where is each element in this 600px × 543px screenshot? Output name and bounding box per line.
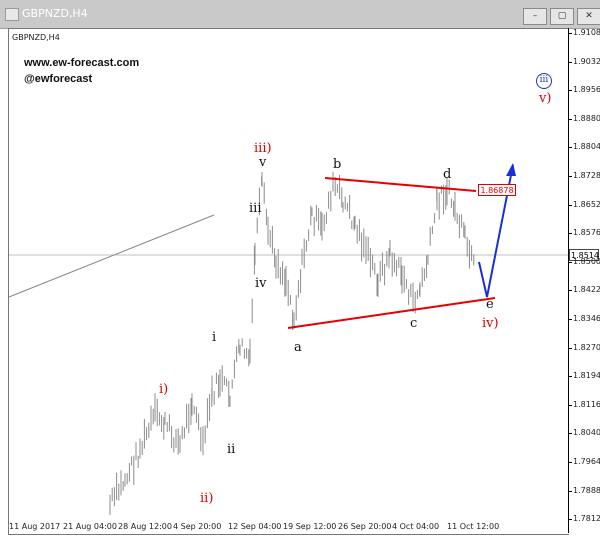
y-axis-tick [568, 33, 572, 34]
wave-label-c: c [410, 316, 418, 331]
y-axis-tick [568, 347, 572, 349]
y-axis-label: 1.8500 [573, 256, 600, 266]
y-axis-tick [568, 404, 572, 406]
x-axis-label: 12 Sep 04:00 [228, 522, 282, 531]
wave-label-minor-i: i [212, 330, 217, 345]
wave-label-major-i: i) [159, 382, 169, 397]
y-axis-label: 1.9032 [573, 56, 600, 66]
x-axis-label: 26 Sep 20:00 [338, 522, 392, 531]
x-axis-label: 4 Sep 20:00 [173, 522, 222, 531]
symbol-label: GBPNZD,H4 [12, 33, 60, 42]
x-axis-label: 21 Aug 04:00 [63, 522, 117, 531]
x-axis-label: 19 Sep 12:00 [283, 522, 337, 531]
candlestick-series [109, 171, 475, 515]
y-axis-label: 1.8040 [573, 428, 600, 438]
wave-label-minor-ii: ii [227, 442, 236, 457]
y-axis-tick [568, 462, 572, 463]
wave-label-major-iii: iii) [254, 141, 272, 156]
y-axis-label: 1.8576 [573, 228, 600, 238]
y-axis-label: 1.9108 [573, 28, 600, 37]
wave-label-a: a [294, 340, 302, 355]
x-axis-label: 11 Oct 12:00 [447, 522, 500, 531]
wave-label-d: d [443, 167, 452, 182]
y-axis-label: 1.8956 [573, 85, 600, 95]
y-axis-label: 1.8116 [573, 399, 600, 409]
y-axis-tick [568, 118, 572, 120]
triangle-lower-line [287, 297, 496, 329]
y-axis-label: 1.7964 [573, 457, 600, 466]
y-axis-label: 1.8880 [573, 113, 600, 123]
y-axis-tick [568, 261, 572, 263]
y-axis-tick [568, 147, 572, 149]
wave-label-minor-v: v [259, 155, 267, 170]
y-axis-tick [568, 61, 572, 63]
wave-label-major-ii: ii) [200, 491, 214, 506]
y-axis-tick [568, 204, 572, 206]
y-axis-tick [568, 519, 572, 521]
wave-label-major-iv: iv) [482, 316, 499, 331]
wave-label-minor-iii: iii [249, 201, 262, 216]
wave-circle-iii: iii [536, 73, 552, 89]
y-axis-tick [568, 433, 572, 435]
x-axis-label: 28 Aug 12:00 [118, 522, 172, 531]
y-axis-tick [568, 90, 572, 92]
y-axis-label: 1.8422 [573, 285, 600, 295]
y-axis-tick [568, 233, 572, 235]
x-axis-label: 4 Oct 04:00 [392, 522, 440, 531]
website-text: www.ew-forecast.com [24, 57, 140, 69]
wave-label-e: e [486, 297, 494, 312]
y-axis-label: 1.8346 [573, 314, 600, 323]
projection-arrowhead [506, 163, 516, 176]
y-axis-label: 1.8804 [573, 142, 600, 152]
y-axis-label: 1.8270 [573, 342, 600, 352]
y-axis-label: 1.8652 [573, 199, 600, 209]
y-axis-label: 1.7888 [573, 485, 600, 495]
y-axis-tick [568, 319, 572, 320]
handle-text: @ewforecast [24, 73, 93, 85]
x-axis-label: 11 Aug 2017 [9, 522, 61, 531]
y-axis-label: 1.7812 [573, 514, 600, 524]
level-label: 1.86878 [478, 184, 516, 196]
y-axis-tick [568, 176, 572, 177]
y-axis-label: 1.8728 [573, 171, 600, 180]
wave-label-minor-iv: iv [255, 276, 267, 291]
wave-label-b: b [333, 157, 342, 172]
y-axis-tick [568, 376, 572, 378]
wave-label-major-v: v) [539, 91, 552, 106]
y-axis-label: 1.8194 [573, 371, 600, 381]
triangle-upper-line [324, 177, 477, 192]
y-axis-tick [568, 490, 572, 492]
y-axis-tick [568, 290, 572, 292]
trendline [8, 214, 215, 298]
